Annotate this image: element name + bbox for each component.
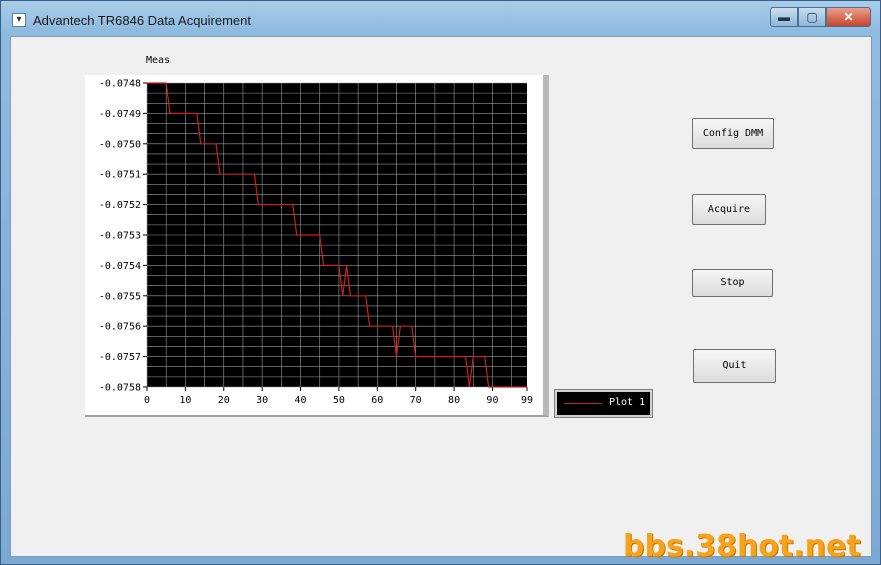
x-tick-label: 20	[218, 395, 230, 406]
plot-legend: Plot 1	[554, 389, 653, 418]
x-tick-label: 0	[144, 395, 150, 406]
legend-label: Plot 1	[609, 397, 646, 408]
maximize-button[interactable]: ▢	[798, 7, 826, 27]
y-tick-label: -0.0750	[99, 139, 141, 150]
x-tick-label: 80	[448, 395, 460, 406]
y-tick-label: -0.0754	[99, 261, 141, 272]
acquire-button[interactable]: Acquire	[692, 194, 766, 225]
application-window: ▾ Advantech TR6846 Data Acquirement ▬ ▢ …	[0, 0, 881, 565]
y-tick-label: -0.0755	[99, 291, 141, 302]
x-tick-label: 70	[410, 395, 422, 406]
y-tick-label: -0.0756	[99, 322, 141, 333]
app-icon[interactable]: ▾	[12, 13, 26, 27]
y-tick-label: -0.0753	[99, 231, 141, 242]
x-tick-label: 90	[486, 395, 498, 406]
quit-button[interactable]: Quit	[693, 349, 776, 383]
graph-panel: -0.0748 -0.0749 -0.0750 -0.0751 -0.0752 -0.07…	[85, 75, 549, 417]
stop-button[interactable]: Stop	[692, 269, 773, 297]
y-tick-label: -0.0752	[99, 200, 141, 211]
y-tick-label: -0.0748	[99, 79, 141, 90]
minimize-button[interactable]: ▬	[770, 7, 798, 27]
measurement-graph: -0.0748 -0.0749 -0.0750 -0.0751 -0.0752 -0.07…	[99, 79, 533, 407]
close-button[interactable]: ✕	[826, 7, 871, 27]
x-tick-label: 50	[333, 395, 345, 406]
x-tick-label: 30	[256, 395, 268, 406]
x-tick-label: 99	[521, 395, 533, 406]
y-tick-label: -0.0749	[99, 109, 141, 120]
y-tick-label: -0.0757	[99, 352, 141, 363]
watermark-text: bbs.38hot.net	[623, 529, 861, 564]
legend-line-swatch	[564, 403, 602, 404]
x-tick-label: 10	[179, 395, 191, 406]
y-axis-label: Meas	[146, 55, 171, 66]
y-tick-label: -0.0758	[99, 383, 141, 394]
x-tick-label: 60	[371, 395, 383, 406]
title-bar[interactable]: ▾ Advantech TR6846 Data Acquirement ▬ ▢ …	[1, 1, 881, 35]
window-title: Advantech TR6846 Data Acquirement	[33, 13, 252, 28]
y-tick-label: -0.0751	[99, 170, 141, 181]
config-dmm-button[interactable]: Config DMM	[692, 118, 774, 149]
x-tick-label: 40	[295, 395, 307, 406]
